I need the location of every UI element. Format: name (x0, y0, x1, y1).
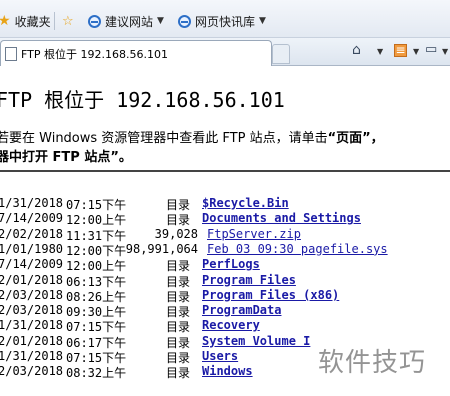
tab-title: FTP 根位于 192.168.56.101 (21, 47, 168, 61)
file-link[interactable]: Feb 03 09:30 pagefile.sys (207, 242, 388, 256)
file-link[interactable]: FtpServer.zip (207, 227, 301, 241)
listing-row: 1/01/1980 12:00下午 98,991,064 Feb 03 09:30 p… (0, 241, 450, 258)
directory-link[interactable]: $Recycle.Bin (202, 196, 289, 210)
directory-link[interactable]: Documents and Settings (202, 211, 361, 225)
entry-date: 1/31/2018 (0, 349, 64, 363)
chevron-down-icon: ▼ (157, 16, 164, 26)
print-dropdown-icon[interactable]: ▼ (442, 47, 448, 56)
divider (0, 170, 450, 172)
listing-row: 2/03/2018 08:26上午 目录 Program Files (x86) (0, 287, 450, 304)
entry-time: 08:32上午 (66, 366, 127, 381)
entry-date: 7/14/2009 (0, 257, 64, 272)
new-tab-button[interactable] (272, 44, 290, 64)
directory-link[interactable]: System Volume I (202, 334, 310, 348)
listing-row: 2/02/2018 11:31下午 39,028 FtpServer.zip (0, 226, 450, 243)
listing-row: 7/14/2009 12:00上午 目录 Documents and Settings (0, 211, 450, 227)
favorite-link-label: 网页快讯库 (195, 14, 256, 29)
print-icon[interactable]: ▭ (425, 42, 437, 57)
add-favorite-icon: ☆ (62, 13, 74, 29)
chevron-down-icon: ▼ (259, 16, 266, 26)
entry-date: 1/31/2018 (0, 318, 64, 333)
home-icon[interactable]: ⌂ (352, 42, 361, 58)
listing-row: 2/03/2018 09:30上午 目录 ProgramData (0, 303, 450, 319)
add-favorite-button[interactable]: ☆ (62, 12, 78, 30)
entry-date: 2/03/2018 (0, 287, 64, 302)
listing-row: 1/31/2018 07:15下午 目录 Recovery (0, 318, 450, 334)
feeds-dropdown-icon[interactable]: ▼ (413, 47, 419, 56)
favorites-button[interactable]: ★ 收藏夹 (0, 12, 51, 30)
ie-page-icon (88, 14, 101, 28)
entry-date: 7/14/2009 (0, 211, 64, 226)
info-emphasis: “页面”， (327, 131, 384, 146)
tab-ftp-root[interactable]: FTP 根位于 192.168.56.101 (0, 40, 272, 66)
directory-link[interactable]: Recovery (202, 318, 260, 332)
listing-row: 7/14/2009 12:00上午 目录 PerfLogs (0, 257, 450, 273)
favorite-link-web-slice-gallery[interactable]: 网页快讯库 ▼ (178, 12, 266, 30)
info-line-2: 器中打开 FTP 站点”。 (0, 150, 132, 165)
listing-row: 2/01/2018 06:13下午 目录 Program Files (0, 272, 450, 289)
entry-date: 1/31/2018 (0, 196, 64, 210)
separator (54, 12, 55, 30)
ie-page-icon (178, 14, 191, 28)
entry-date: 1/01/1980 (0, 241, 64, 256)
favorites-star-icon: ★ (0, 13, 11, 29)
page-icon (5, 46, 17, 61)
directory-link[interactable]: Users (202, 349, 238, 363)
favorite-link-suggested-sites[interactable]: 建议网站 ▼ (88, 12, 164, 30)
entry-size: 39,028 (154, 226, 198, 241)
entry-date: 2/02/2018 (0, 226, 64, 241)
directory-link[interactable]: Windows (202, 364, 253, 378)
directory-link[interactable]: ProgramData (202, 303, 281, 317)
info-line-1: 若要在 Windows 资源管理器中查看此 FTP 站点，请单击“页面”， (0, 127, 384, 146)
watermark-text: 软件技巧 (318, 348, 427, 378)
entry-type: 目录 (166, 366, 191, 381)
directory-link[interactable]: Program Files (x86) (202, 288, 339, 302)
home-dropdown-icon[interactable]: ▼ (377, 47, 383, 56)
entry-size: 98,991,064 (125, 241, 198, 256)
listing-row: 1/31/2018 07:15下午 目录 $Recycle.Bin (0, 196, 450, 212)
directory-link[interactable]: Program Files (202, 273, 296, 287)
favorites-label: 收藏夹 (14, 14, 51, 29)
entry-date: 2/03/2018 (0, 364, 64, 379)
favorites-bar: ★ 收藏夹 ☆ 建议网站 ▼ 网页快讯库 ▼ (0, 0, 450, 38)
entry-date: 2/03/2018 (0, 303, 64, 318)
favorite-link-label: 建议网站 (105, 14, 154, 29)
page-title: FTP 根位于 192.168.56.101 (0, 88, 285, 112)
entry-date: 2/01/2018 (0, 333, 64, 348)
info-text: 若要在 Windows 资源管理器中查看此 FTP 站点，请单击 (0, 131, 328, 146)
rss-feed-icon[interactable]: ≡ (394, 44, 407, 57)
entry-date: 2/01/2018 (0, 272, 64, 287)
directory-link[interactable]: PerfLogs (202, 257, 260, 271)
